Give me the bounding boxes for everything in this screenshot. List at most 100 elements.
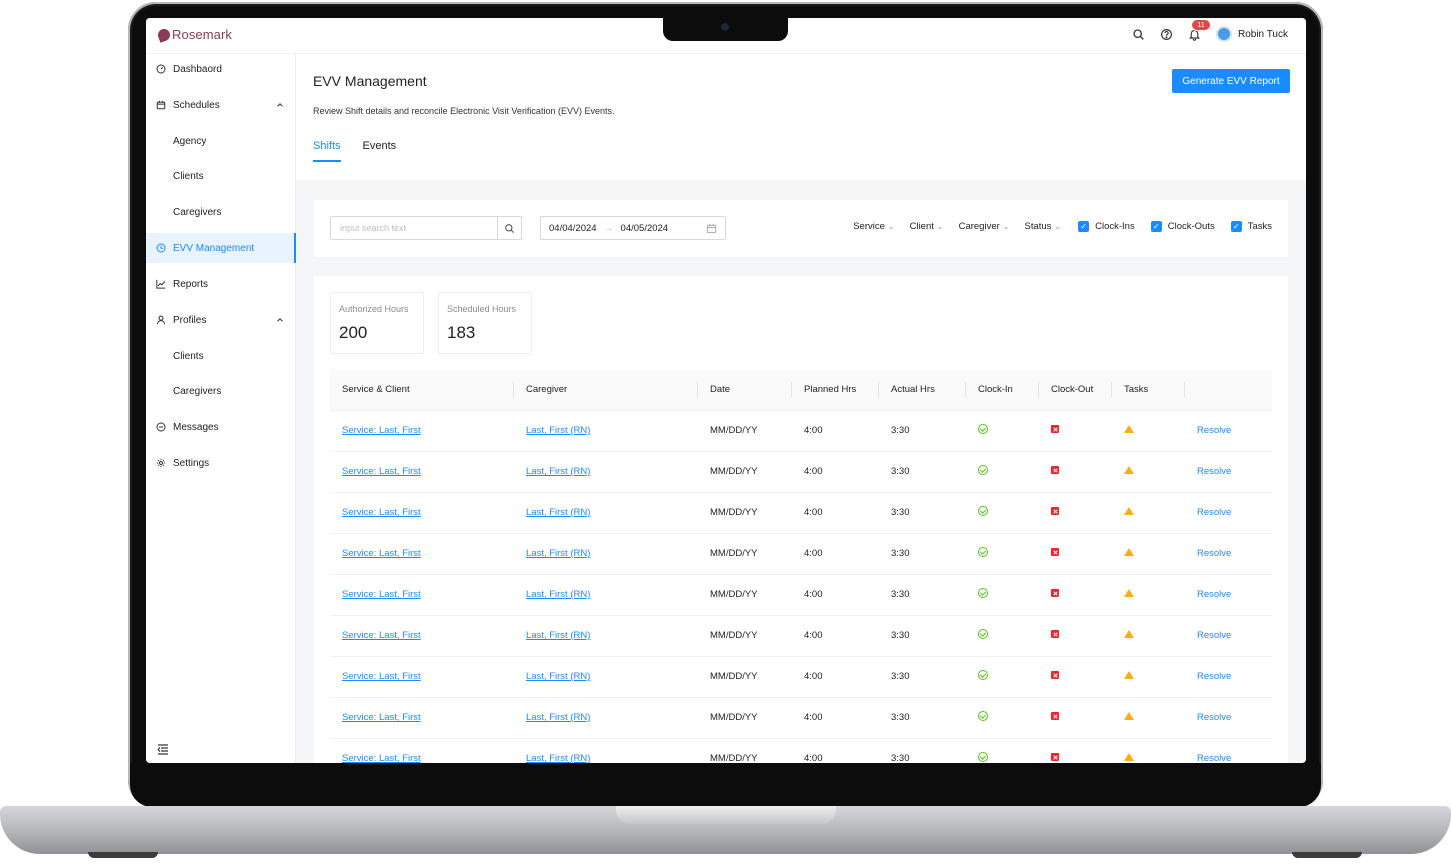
caregiver-link[interactable]: Last, First (RN)	[526, 466, 590, 477]
table-cell: Last, First (RN)	[514, 574, 698, 616]
table-cell: 3:30	[879, 697, 966, 739]
resolve-link[interactable]: Resolve	[1197, 753, 1231, 763]
service-dropdown[interactable]: Service ⌄	[853, 221, 894, 232]
checkmark-icon: ✓	[1150, 221, 1162, 232]
service-client-link[interactable]: Service: Last, First	[342, 507, 421, 518]
dashboard-icon	[156, 64, 166, 74]
caregiver-link[interactable]: Last, First (RN)	[526, 507, 590, 518]
table-cell	[1039, 533, 1112, 575]
clock-outs-checkbox[interactable]: ✓ Clock-Outs	[1150, 221, 1215, 232]
camera-icon	[721, 23, 729, 31]
service-client-link[interactable]: Service: Last, First	[342, 589, 421, 600]
sidebar-item-settings[interactable]: Settings	[146, 448, 296, 478]
sidebar-item-reports[interactable]: Reports	[146, 269, 296, 299]
generate-evv-report-button[interactable]: Generate EVV Report	[1172, 69, 1290, 93]
planned-hours-cell: 4:00	[804, 671, 823, 682]
service-client-link[interactable]: Service: Last, First	[342, 466, 421, 477]
search-button[interactable]	[497, 217, 521, 239]
sidebar-item-profile-clients[interactable]: Clients	[146, 341, 296, 371]
sidebar-item-schedule-caregivers[interactable]: Caregivers	[146, 197, 296, 227]
table-cell	[1112, 533, 1185, 575]
planned-hours-cell: 4:00	[804, 589, 823, 600]
caregiver-link[interactable]: Last, First (RN)	[526, 712, 590, 723]
resolve-link[interactable]: Resolve	[1197, 507, 1231, 518]
brand-logo[interactable]: Rosemark	[156, 26, 232, 43]
caregiver-link[interactable]: Last, First (RN)	[526, 425, 590, 436]
sidebar-item-label: Messages	[173, 421, 219, 433]
status-dropdown[interactable]: Status ⌄	[1024, 221, 1061, 232]
resolve-link[interactable]: Resolve	[1197, 425, 1231, 436]
chevron-down-icon: ⌄	[936, 222, 944, 231]
date-end[interactable]: 04/05/2024	[621, 223, 669, 234]
checkbox-label: Clock-Outs	[1167, 221, 1215, 232]
tab-shifts[interactable]: Shifts	[313, 140, 341, 162]
search-input[interactable]	[331, 217, 497, 239]
date-range-picker[interactable]: 04/04/2024 → 04/05/2024	[540, 216, 726, 240]
caregiver-link[interactable]: Last, First (RN)	[526, 630, 590, 641]
sidebar-item-dashboard[interactable]: Dashbaord	[146, 54, 296, 84]
tab-events[interactable]: Events	[363, 140, 397, 162]
sidebar-item-label: Profiles	[173, 314, 207, 326]
actual-hours-cell: 3:30	[891, 507, 910, 518]
check-circle-icon	[978, 711, 988, 721]
sidebar-item-profile-caregivers[interactable]: Caregivers	[146, 376, 296, 406]
checkmark-icon: ✓	[1078, 221, 1090, 232]
resolve-link[interactable]: Resolve	[1197, 712, 1231, 723]
check-circle-icon	[978, 465, 988, 475]
resolve-link[interactable]: Resolve	[1197, 630, 1231, 641]
table-cell: MM/DD/YY	[698, 738, 792, 763]
clock-ins-checkbox[interactable]: ✓ Clock-Ins	[1078, 221, 1135, 232]
sidebar-item-agency[interactable]: Agency	[146, 126, 296, 156]
table-cell: 3:30	[879, 574, 966, 616]
tasks-checkbox[interactable]: ✓ Tasks	[1230, 221, 1272, 232]
service-client-link[interactable]: Service: Last, First	[342, 712, 421, 723]
service-client-link[interactable]: Service: Last, First	[342, 425, 421, 436]
caregiver-link[interactable]: Last, First (RN)	[526, 671, 590, 682]
table-cell: Resolve	[1185, 697, 1272, 739]
table-cell	[966, 410, 1039, 452]
caregiver-link[interactable]: Last, First (RN)	[526, 548, 590, 559]
resolve-link[interactable]: Resolve	[1197, 548, 1231, 559]
caregiver-link[interactable]: Last, First (RN)	[526, 753, 590, 763]
menu-collapse-icon[interactable]	[157, 743, 169, 755]
check-circle-icon	[978, 670, 988, 680]
table-cell: Last, First (RN)	[514, 697, 698, 739]
sidebar-item-profiles[interactable]: Profiles	[146, 305, 296, 335]
resolve-link[interactable]: Resolve	[1197, 589, 1231, 600]
help-icon[interactable]	[1160, 27, 1174, 41]
sidebar-item-schedule-clients[interactable]: Clients	[146, 161, 296, 191]
actual-hours-cell: 3:30	[891, 712, 910, 723]
close-square-icon	[1051, 425, 1059, 433]
service-client-link[interactable]: Service: Last, First	[342, 630, 421, 641]
table-cell	[1039, 574, 1112, 616]
table-cell: 3:30	[879, 410, 966, 452]
caregiver-link[interactable]: Last, First (RN)	[526, 589, 590, 600]
service-client-link[interactable]: Service: Last, First	[342, 671, 421, 682]
table-cell	[1112, 656, 1185, 698]
client-dropdown[interactable]: Client ⌄	[910, 221, 944, 232]
sidebar-item-messages[interactable]: Messages	[146, 412, 296, 442]
resolve-link[interactable]: Resolve	[1197, 671, 1231, 682]
service-client-link[interactable]: Service: Last, First	[342, 548, 421, 559]
table-cell: MM/DD/YY	[698, 410, 792, 452]
table-cell: Service: Last, First	[330, 410, 514, 452]
date-cell: MM/DD/YY	[710, 466, 758, 477]
table-cell: Service: Last, First	[330, 533, 514, 575]
close-square-icon	[1051, 712, 1059, 720]
service-client-link[interactable]: Service: Last, First	[342, 753, 421, 763]
user-menu[interactable]: Robin Tuck	[1215, 26, 1288, 42]
table-cell: 4:00	[792, 738, 879, 763]
sidebar-item-schedules[interactable]: Schedules	[146, 90, 296, 120]
sidebar-item-evv-management[interactable]: EVV Management	[146, 233, 296, 263]
notification-bell-icon[interactable]: 11	[1188, 19, 1211, 41]
warning-triangle-icon	[1124, 671, 1134, 679]
date-start[interactable]: 04/04/2024	[549, 223, 597, 234]
caregiver-dropdown[interactable]: Caregiver ⌄	[959, 221, 1010, 232]
search-icon[interactable]	[1132, 27, 1146, 41]
table-cell: 3:30	[879, 615, 966, 657]
table-cell: Last, First (RN)	[514, 533, 698, 575]
resolve-link[interactable]: Resolve	[1197, 466, 1231, 477]
calendar-icon	[706, 223, 717, 234]
filter-controls: Service ⌄ Client ⌄ Caregiver ⌄ Status ⌄ ✓ Clo…	[853, 221, 1272, 232]
chevron-down-icon: ⌄	[1002, 222, 1010, 231]
